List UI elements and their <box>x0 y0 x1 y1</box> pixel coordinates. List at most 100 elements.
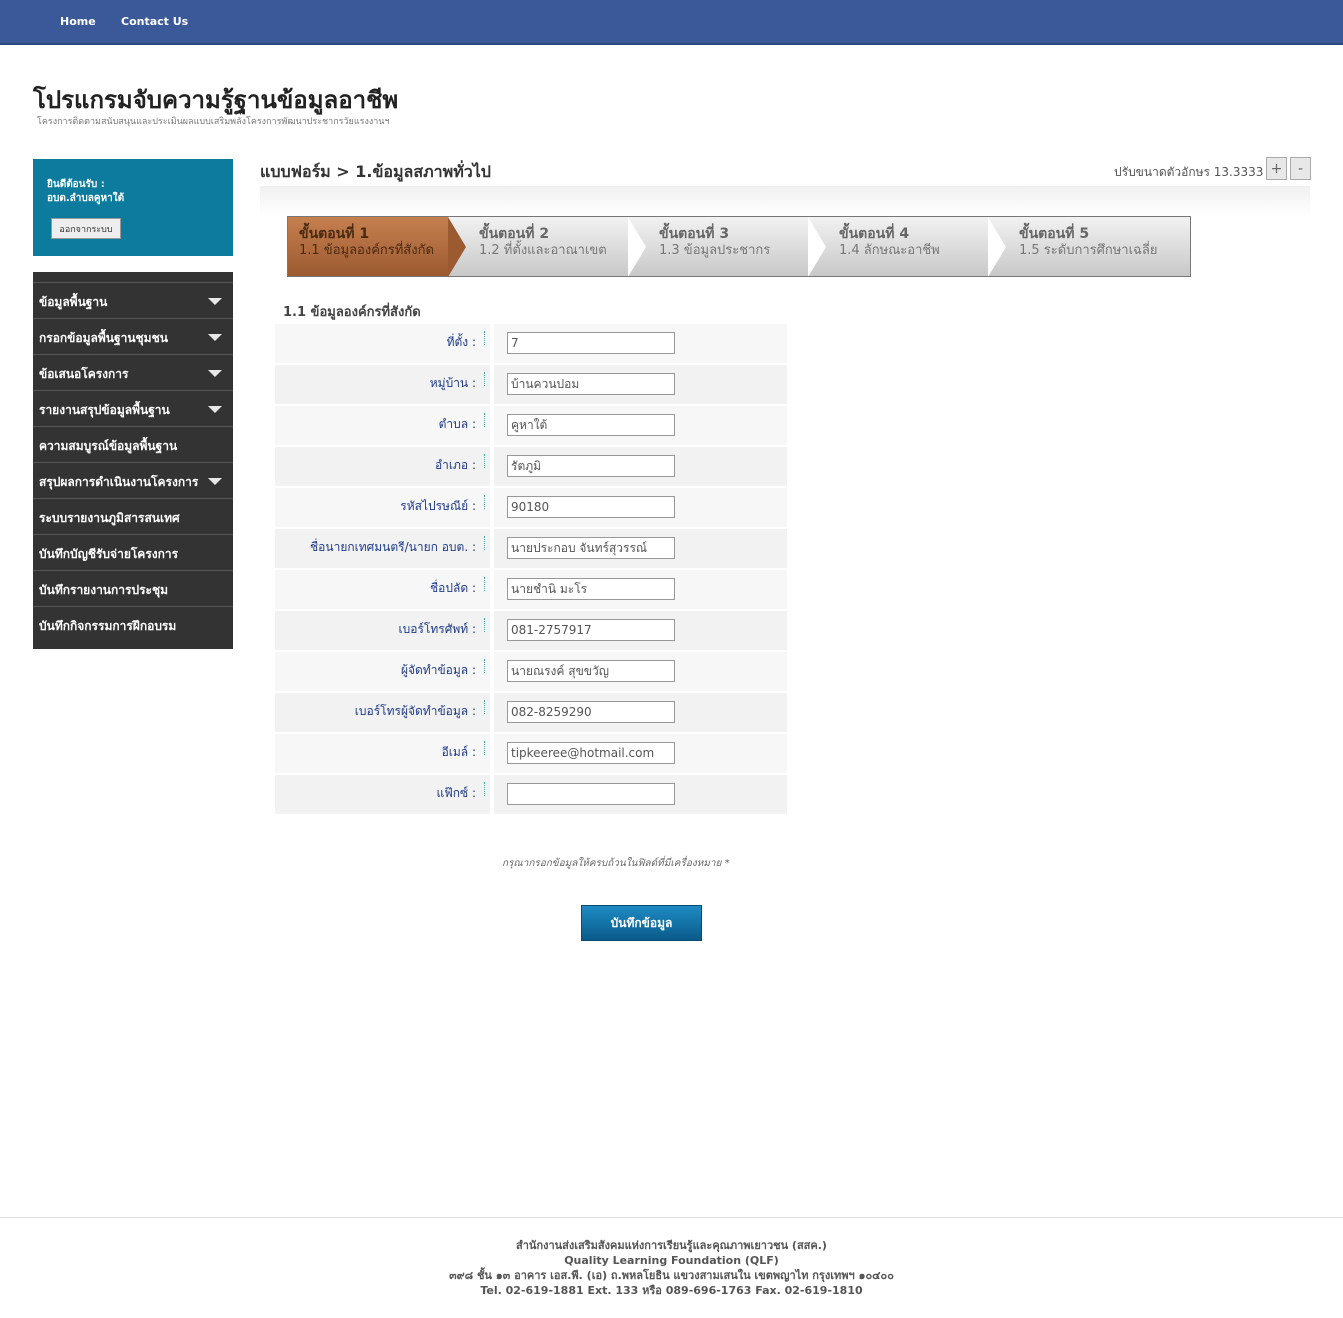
sidebar-item-community-data[interactable]: กรอกข้อมูลพื้นฐานชุมชน <box>33 319 233 355</box>
field-value-cell <box>494 365 787 404</box>
label-divider <box>484 454 485 468</box>
field-label-cell: ชื่อนายกเทศมนตรี/นายก อบต. : <box>275 529 490 568</box>
sidebar-item-label: กรอกข้อมูลพื้นฐานชุมชน <box>39 331 168 345</box>
sidebar-item-label: บันทึกกิจกรรมการฝึกอบรม <box>39 619 177 633</box>
breadcrumb: แบบฟอร์ม > 1.ข้อมูลสภาพทั่วไป <box>260 162 491 181</box>
field-label: แฟ๊กซ์ : <box>436 786 477 800</box>
label-divider <box>484 659 485 673</box>
label-divider <box>484 413 485 427</box>
nav-home-link[interactable]: Home <box>60 15 96 28</box>
clerk-name-input[interactable] <box>507 578 675 600</box>
logout-button[interactable]: ออกจากระบบ <box>51 218 121 239</box>
field-label: ผู้จัดทำข้อมูล : <box>400 663 476 677</box>
content-header-shade <box>260 186 1310 216</box>
label-divider <box>484 536 485 550</box>
font-increase-button[interactable]: + <box>1266 157 1287 180</box>
sidebar-item-project-proposal[interactable]: ข้อเสนอโครงการ <box>33 355 233 391</box>
preparer-input[interactable] <box>507 660 675 682</box>
step-wizard: ขั้นตอนที่ 1 1.1 ข้อมูลองค์กรที่สังกัด ข… <box>287 216 1191 277</box>
field-label-cell: ชื่อปลัด : <box>275 570 490 609</box>
sidebar-item-project-results[interactable]: สรุปผลการดำเนินงานโครงการ <box>33 463 233 499</box>
sidebar-item-label: ข้อเสนอโครงการ <box>39 367 129 381</box>
save-button[interactable]: บันทึกข้อมูล <box>581 905 702 941</box>
font-decrease-button[interactable]: - <box>1290 157 1311 180</box>
label-divider <box>484 700 485 714</box>
footer-contact: Tel. 02-619-1881 Ext. 133 หรือ 089-696-1… <box>480 1284 863 1297</box>
sidebar-item-label: ระบบรายงานภูมิสารสนเทศ <box>39 511 180 525</box>
top-navbar: Home Contact Us <box>0 0 1343 45</box>
fax-input[interactable] <box>507 783 675 805</box>
footer: สำนักงานส่งเสริมสังคมแห่งการเรียนรู้และค… <box>0 1238 1343 1298</box>
form-row-subdistrict: ตำบล : <box>275 406 787 447</box>
step-subtitle: 1.3 ข้อมูลประชากร <box>659 243 771 258</box>
email-input[interactable] <box>507 742 675 764</box>
subdistrict-input[interactable] <box>507 414 675 436</box>
field-label: หมู่บ้าน : <box>429 376 476 390</box>
step-arrow <box>808 217 826 276</box>
form-row-fax: แฟ๊กซ์ : <box>275 775 787 816</box>
sidebar-item-training[interactable]: บันทึกกิจกรรมการฝึกอบรม <box>33 607 233 642</box>
preparer-phone-input[interactable] <box>507 701 675 723</box>
field-value-cell <box>494 734 787 773</box>
field-label: เบอร์โทรผู้จัดทำข้อมูล : <box>354 704 476 718</box>
label-divider <box>484 372 485 386</box>
phone-input[interactable] <box>507 619 675 641</box>
field-label: รหัสไปรษณีย์ : <box>400 499 476 513</box>
postal-code-input[interactable] <box>507 496 675 518</box>
sidebar-item-meeting-report[interactable]: บันทึกรายงานการประชุม <box>33 571 233 607</box>
font-size-label: ปรับขนาดตัวอักษร 13.3333 <box>1114 165 1264 179</box>
step-2-tab[interactable]: ขั้นตอนที่ 2 1.2 ที่ตั้งและอาณาเขต <box>468 217 628 276</box>
sidebar-item-label: รายงานสรุปข้อมูลพื้นฐาน <box>39 403 170 417</box>
field-value-cell <box>494 775 787 814</box>
section-title: 1.1 ข้อมูลองค์กรที่สังกัด <box>283 305 421 320</box>
label-divider <box>484 331 485 345</box>
sidebar-item-gis-report[interactable]: ระบบรายงานภูมิสารสนเทศ <box>33 499 233 535</box>
welcome-greeting: ยินดีต้อนรับ : <box>47 179 105 190</box>
sidebar-item-label: สรุปผลการดำเนินงานโครงการ <box>39 475 199 489</box>
step-subtitle: 1.1 ข้อมูลองค์กรที่สังกัด <box>299 243 434 258</box>
nav-contact-link[interactable]: Contact Us <box>121 15 188 28</box>
field-label-cell: อีเมล์ : <box>275 734 490 773</box>
form-row-preparer: ผู้จัดทำข้อมูล : <box>275 652 787 693</box>
sidebar-menu: ข้อมูลพื้นฐาน กรอกข้อมูลพื้นฐานชุมชน ข้อ… <box>33 272 233 649</box>
label-divider <box>484 495 485 509</box>
sidebar-item-label: บันทึกบัญชีรับจ่ายโครงการ <box>39 547 179 561</box>
step-4-tab[interactable]: ขั้นตอนที่ 4 1.4 ลักษณะอาชีพ <box>828 217 988 276</box>
step-3-tab[interactable]: ขั้นตอนที่ 3 1.3 ข้อมูลประชากร <box>648 217 808 276</box>
district-input[interactable] <box>507 455 675 477</box>
field-label-cell: แฟ๊กซ์ : <box>275 775 490 814</box>
field-label-cell: รหัสไปรษณีย์ : <box>275 488 490 527</box>
form-row-village: หมู่บ้าน : <box>275 365 787 406</box>
village-input[interactable] <box>507 373 675 395</box>
sidebar-item-basic-data[interactable]: ข้อมูลพื้นฐาน <box>33 283 233 319</box>
chevron-down-icon <box>208 334 222 341</box>
field-label: ชื่อปลัด : <box>430 581 476 595</box>
mayor-name-input[interactable] <box>507 537 675 559</box>
step-1-tab[interactable]: ขั้นตอนที่ 1 1.1 ข้อมูลองค์กรที่สังกัด <box>288 217 448 276</box>
form-row-postal-code: รหัสไปรษณีย์ : <box>275 488 787 529</box>
label-divider <box>484 618 485 632</box>
field-label: ที่ตั้ง : <box>446 335 476 349</box>
sidebar-item-data-completeness[interactable]: ความสมบูรณ์ข้อมูลพื้นฐาน <box>33 427 233 463</box>
step-5-tab[interactable]: ขั้นตอนที่ 5 1.5 ระดับการศึกษาเฉลี่ย <box>1008 217 1188 276</box>
field-value-cell <box>494 611 787 650</box>
field-value-cell <box>494 488 787 527</box>
field-label-cell: ผู้จัดทำข้อมูล : <box>275 652 490 691</box>
required-fields-note: กรุณากรอกข้อมูลให้ครบถ้วนในฟิลด์ที่มีเคร… <box>502 858 730 869</box>
menu-header-bar <box>33 272 233 283</box>
chevron-down-icon <box>208 370 222 377</box>
field-label: ตำบล : <box>438 417 476 431</box>
sidebar-item-accounting[interactable]: บันทึกบัญชีรับจ่ายโครงการ <box>33 535 233 571</box>
field-label: อีเมล์ : <box>441 745 476 759</box>
form-row-phone: เบอร์โทรศัพท์ : <box>275 611 787 652</box>
step-subtitle: 1.2 ที่ตั้งและอาณาเขต <box>479 243 607 258</box>
sidebar-item-label: ความสมบูรณ์ข้อมูลพื้นฐาน <box>39 439 178 453</box>
form-row-email: อีเมล์ : <box>275 734 787 775</box>
step-arrow <box>448 217 466 276</box>
field-label-cell: หมู่บ้าน : <box>275 365 490 404</box>
footer-divider <box>0 1217 1343 1218</box>
sidebar-item-summary-report[interactable]: รายงานสรุปข้อมูลพื้นฐาน <box>33 391 233 427</box>
location-input[interactable] <box>507 332 675 354</box>
sidebar-item-label: บันทึกรายงานการประชุม <box>39 583 169 597</box>
footer-address: ๓๙๘ ชั้น ๑๓ อาคาร เอส.พี. (เอ) ถ.พหลโยธิ… <box>449 1269 894 1282</box>
